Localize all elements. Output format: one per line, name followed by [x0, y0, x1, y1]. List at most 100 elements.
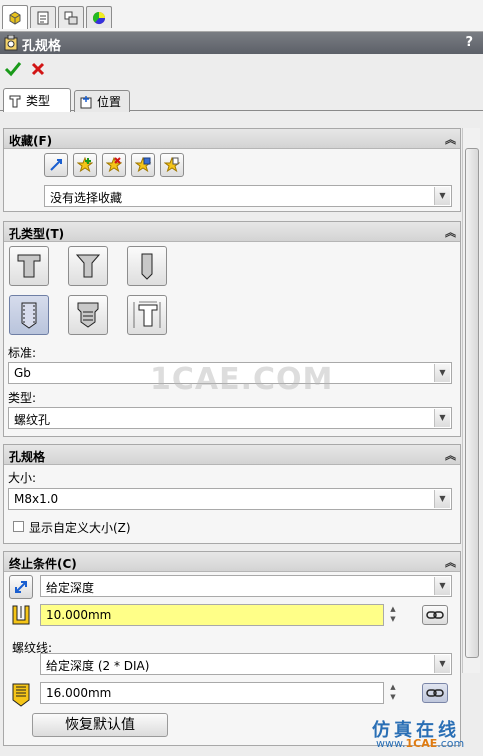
chevron-down-icon: ▼	[434, 655, 450, 673]
link-chain-icon	[426, 689, 444, 697]
standard-select-value: Gb	[14, 366, 31, 380]
restore-defaults-button[interactable]: 恢复默认值	[32, 713, 168, 737]
ok-check-icon[interactable]	[4, 60, 22, 78]
depth-stepper[interactable]: ▲ ▼	[386, 604, 400, 626]
page-title: 孔规格	[22, 39, 62, 54]
favorites-header[interactable]: 收藏(F) ︽	[4, 129, 460, 149]
counterbore-button[interactable]	[9, 246, 49, 286]
simple-hole-icon	[141, 253, 153, 280]
hole-spec-panel: 孔规格 ︽ 大小: M8x1.0 ▼ 显示自定义大小(Z)	[3, 444, 461, 544]
delete-favorite-button[interactable]	[102, 153, 126, 177]
collapse-chevron-icon[interactable]: ︽	[445, 447, 456, 463]
load-favorite-button[interactable]	[160, 153, 184, 177]
counterbore-icon	[17, 254, 41, 278]
hole-type-header[interactable]: 孔类型(T) ︽	[4, 222, 460, 242]
save-favorite-button[interactable]	[131, 153, 155, 177]
add-favorite-button[interactable]	[73, 153, 97, 177]
chevron-down-icon: ▼	[434, 490, 450, 508]
star-add-icon	[77, 157, 93, 173]
apply-defaults-button[interactable]	[44, 153, 68, 177]
collapse-chevron-icon[interactable]: ︽	[445, 554, 456, 570]
end-condition-header[interactable]: 终止条件(C) ︽	[4, 552, 460, 572]
tab-position[interactable]: 位置	[74, 90, 130, 112]
favorites-panel: 收藏(F) ︽ 没有选择收藏 ▼	[3, 128, 461, 212]
link-chain-icon	[426, 611, 444, 619]
thread-depth-input-value: 16.000mm	[46, 686, 112, 700]
chevron-down-icon: ▼	[434, 364, 450, 382]
position-tab-icon	[80, 95, 92, 108]
size-select[interactable]: M8x1.0 ▼	[8, 488, 452, 510]
size-label: 大小:	[8, 471, 37, 485]
depth-input-value: 10.000mm	[46, 608, 112, 622]
favorites-title: 收藏(F)	[9, 134, 53, 148]
type-select[interactable]: 螺纹孔 ▼	[8, 407, 452, 429]
thread-link-values-button[interactable]	[422, 683, 448, 703]
site-url-prefix: www.	[376, 737, 406, 750]
countersink-button[interactable]	[68, 246, 108, 286]
manager-tab-strip	[0, 0, 483, 32]
appearance-icon	[92, 11, 106, 24]
custom-size-checkbox[interactable]	[13, 521, 24, 532]
cancel-x-icon[interactable]	[30, 61, 46, 77]
thread-depth-stepper[interactable]: ▲ ▼	[386, 682, 400, 704]
thread-depth-input[interactable]: 16.000mm	[40, 682, 384, 704]
end-condition-title: 终止条件(C)	[9, 557, 77, 571]
star-delete-icon	[106, 157, 122, 173]
pipe-tap-button[interactable]	[68, 295, 108, 335]
simple-hole-button[interactable]	[127, 246, 167, 286]
hole-wizard-icon	[4, 35, 18, 51]
thread-condition-select-value: 给定深度 (2 * DIA)	[46, 659, 150, 673]
appearance-manager-tab[interactable]	[86, 6, 112, 28]
tapped-hole-button[interactable]	[9, 295, 49, 335]
hole-type-title: 孔类型(T)	[9, 227, 65, 241]
standard-label: 标准:	[8, 346, 37, 360]
chevron-down-icon: ▼	[434, 409, 450, 427]
end-condition-select[interactable]: 给定深度 ▼	[40, 575, 452, 597]
property-manager-tab[interactable]	[30, 6, 56, 28]
tab-position-label: 位置	[97, 95, 122, 109]
legacy-hole-button[interactable]	[127, 295, 167, 335]
favorite-select-value: 没有选择收藏	[50, 191, 123, 205]
type-select-value: 螺纹孔	[14, 413, 51, 427]
type-label: 类型:	[8, 391, 37, 405]
tab-type[interactable]: 类型	[3, 88, 71, 112]
end-condition-select-value: 给定深度	[46, 581, 95, 595]
collapse-chevron-icon[interactable]: ︽	[445, 224, 456, 240]
configuration-manager-icon	[64, 11, 78, 24]
chevron-down-icon: ▼	[434, 187, 450, 205]
thread-condition-select[interactable]: 给定深度 (2 * DIA) ▼	[40, 653, 452, 675]
favorite-select[interactable]: 没有选择收藏 ▼	[44, 185, 452, 207]
thread-depth-icon	[12, 683, 30, 707]
custom-size-label: 显示自定义大小(Z)	[29, 521, 131, 535]
collapse-chevron-icon[interactable]: ︽	[445, 131, 456, 147]
hole-type-panel: 孔类型(T) ︽ 标准: Gb ▼ 类型: 螺纹孔 ▼	[3, 221, 461, 437]
pipe-tap-icon	[77, 302, 99, 328]
link-values-button[interactable]	[422, 605, 448, 625]
chevron-down-icon: ▼	[434, 577, 450, 595]
configuration-manager-tab[interactable]	[58, 6, 84, 28]
reverse-direction-button[interactable]	[9, 575, 33, 599]
ok-cancel-bar	[0, 56, 483, 84]
help-button[interactable]: ?	[465, 35, 473, 50]
site-url-brand: 1CAE	[405, 737, 438, 750]
scrollbar-thumb[interactable]	[465, 148, 479, 658]
star-save-icon	[135, 157, 151, 173]
hole-spec-title: 孔规格	[9, 450, 46, 464]
type-tab-icon	[9, 95, 21, 107]
site-url-suffix: .com	[437, 737, 465, 750]
site-url: www.1CAE.com	[376, 737, 464, 750]
countersink-icon	[75, 254, 101, 278]
watermark: 1CAE.COM	[150, 362, 334, 397]
hole-spec-header[interactable]: 孔规格 ︽	[4, 445, 460, 465]
star-load-icon	[164, 157, 180, 173]
legacy-hole-icon	[133, 301, 161, 328]
tab-divider	[0, 110, 483, 111]
size-select-value: M8x1.0	[14, 492, 59, 506]
vertical-scrollbar[interactable]	[462, 128, 480, 673]
tab-type-label: 类型	[26, 94, 51, 108]
property-manager-title-bar: 孔规格 ?	[0, 32, 483, 54]
tapped-hole-icon	[21, 302, 37, 329]
feature-manager-tab[interactable]	[2, 5, 28, 29]
property-manager-icon	[37, 11, 49, 24]
depth-input[interactable]: 10.000mm	[40, 604, 384, 626]
